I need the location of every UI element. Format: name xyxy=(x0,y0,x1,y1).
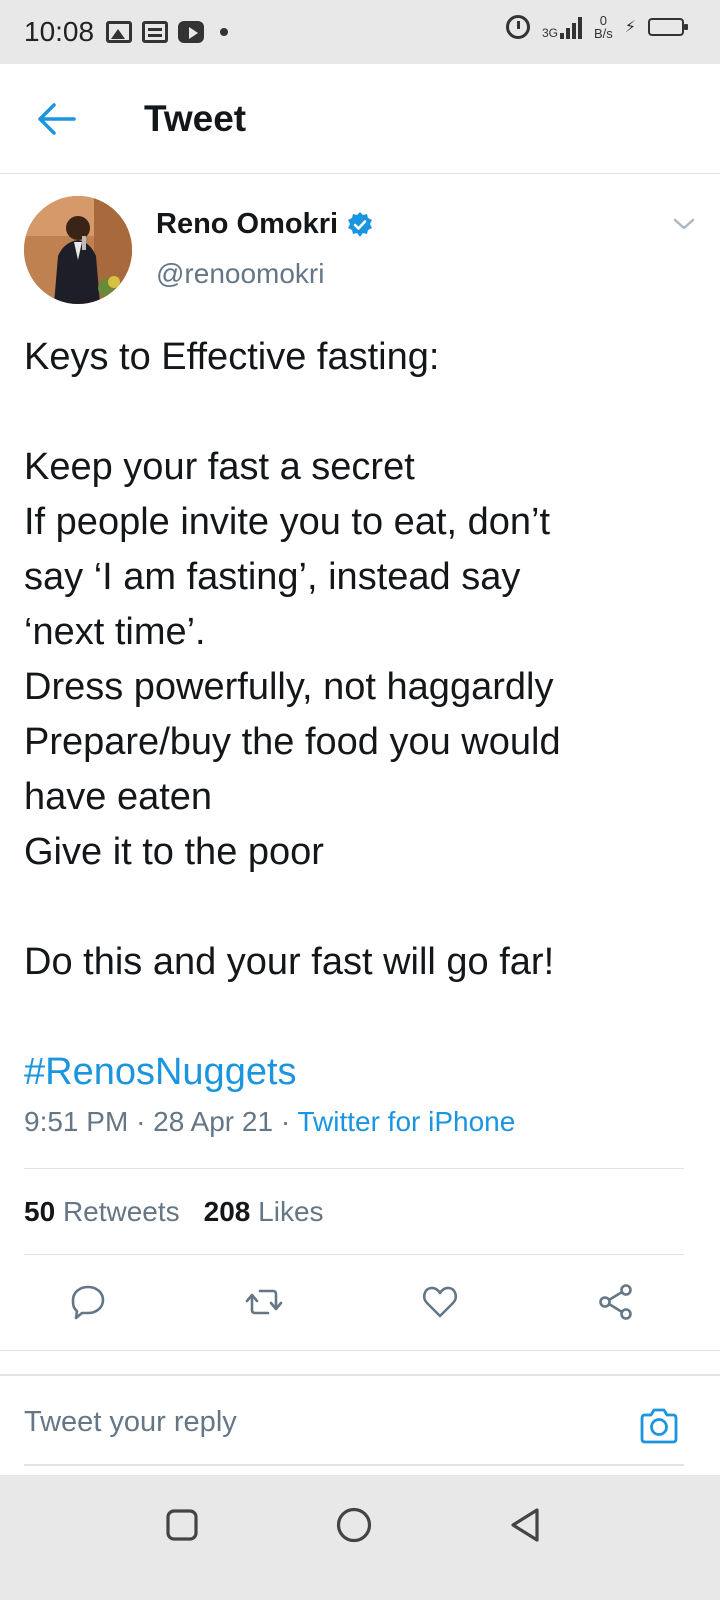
hashtag-link[interactable]: #RenosNuggets xyxy=(24,1045,696,1100)
status-time: 10:08 xyxy=(24,16,95,47)
system-nav-bar xyxy=(0,1475,720,1600)
recent-apps-icon[interactable] xyxy=(162,1505,202,1545)
tweet-stats: 50 Retweets 208 Likes xyxy=(24,1196,324,1228)
author-name-text: Reno Omokri xyxy=(156,208,339,240)
tweet-line: Give it to the poor xyxy=(24,831,324,873)
share-icon[interactable] xyxy=(596,1282,636,1322)
divider xyxy=(24,1254,684,1255)
retweet-icon[interactable] xyxy=(244,1282,284,1322)
like-count: 208 xyxy=(203,1196,251,1227)
verified-badge-icon xyxy=(348,211,373,237)
tweet-actions xyxy=(24,1282,696,1322)
home-icon[interactable] xyxy=(334,1505,374,1545)
tweet-source-link[interactable]: Twitter for iPhone xyxy=(297,1106,515,1137)
retweet-label: Retweets xyxy=(62,1196,180,1227)
heart-icon[interactable] xyxy=(420,1282,460,1322)
status-bar: 10:08 3G 0 B/s ⚡ xyxy=(0,0,720,64)
tweet-line xyxy=(24,385,696,440)
author-name[interactable]: Reno Omokri xyxy=(156,208,374,241)
tweet-line xyxy=(24,880,696,935)
reply-input-underline xyxy=(24,1464,684,1466)
likes-stat[interactable]: 208 Likes xyxy=(204,1196,324,1228)
reply-input[interactable]: Tweet your reply xyxy=(24,1406,237,1439)
tweet-text: Keys to Effective fasting: Keep your fas… xyxy=(24,330,696,1100)
signal-bars-icon xyxy=(559,15,582,39)
tweet-date: 28 Apr 21 xyxy=(153,1106,274,1137)
tweet-line: Dress powerfully, not haggardly xyxy=(24,666,554,708)
avatar[interactable] xyxy=(24,196,132,304)
arrow-left-icon[interactable] xyxy=(36,102,76,136)
meta-separator: · xyxy=(136,1106,146,1137)
battery-icon xyxy=(648,18,688,36)
tweet-line: If people invite you to eat, don’t xyxy=(24,501,551,543)
tweet-line: ‘next time’. xyxy=(24,611,206,653)
tweet-line: say ‘I am fasting’, instead say xyxy=(24,556,521,598)
tweet-line: Prepare/buy the food you would xyxy=(24,721,561,763)
cell-signal: 3G xyxy=(542,15,582,39)
page-title: Tweet xyxy=(144,98,247,139)
tweet-meta: 9:51 PM · 28 Apr 21 · Twitter for iPhone xyxy=(24,1106,515,1138)
like-label: Likes xyxy=(258,1196,324,1227)
charging-icon: ⚡ xyxy=(624,19,636,36)
divider xyxy=(0,1350,720,1351)
tweet-line: Keys to Effective fasting: xyxy=(24,336,440,378)
news-notification-icon xyxy=(142,21,169,43)
tweet-time: 9:51 PM xyxy=(24,1106,129,1137)
system-icons: 3G 0 B/s ⚡ xyxy=(505,14,688,40)
more-notifications-dot-icon xyxy=(220,28,229,36)
avatar-photo xyxy=(24,196,132,304)
reply-bar: Tweet your reply xyxy=(0,1374,720,1470)
chevron-down-icon[interactable] xyxy=(672,216,696,232)
tweet-line: Keep your fast a secret xyxy=(24,446,415,488)
comment-icon[interactable] xyxy=(68,1282,108,1322)
tweet-line xyxy=(24,990,696,1045)
author-handle[interactable]: @renoomokri xyxy=(156,258,324,290)
retweet-count: 50 xyxy=(24,1196,56,1227)
net-speed: 0 B/s xyxy=(594,14,613,40)
back-nav-icon[interactable] xyxy=(506,1505,546,1545)
tweet-line: Do this and your fast will go far! xyxy=(24,941,555,983)
camera-icon[interactable] xyxy=(638,1406,680,1446)
tweet-line: have eaten xyxy=(24,776,213,818)
gallery-notification-icon xyxy=(106,21,133,43)
alarm-icon xyxy=(505,15,530,39)
divider xyxy=(24,1168,684,1169)
app-header: Tweet xyxy=(0,64,720,174)
notification-icons xyxy=(106,21,229,43)
network-type: 3G xyxy=(541,26,558,40)
net-speed-unit: B/s xyxy=(593,26,613,41)
meta-separator: · xyxy=(280,1106,291,1137)
youtube-notification-icon xyxy=(178,21,205,43)
retweets-stat[interactable]: 50 Retweets xyxy=(24,1196,180,1228)
